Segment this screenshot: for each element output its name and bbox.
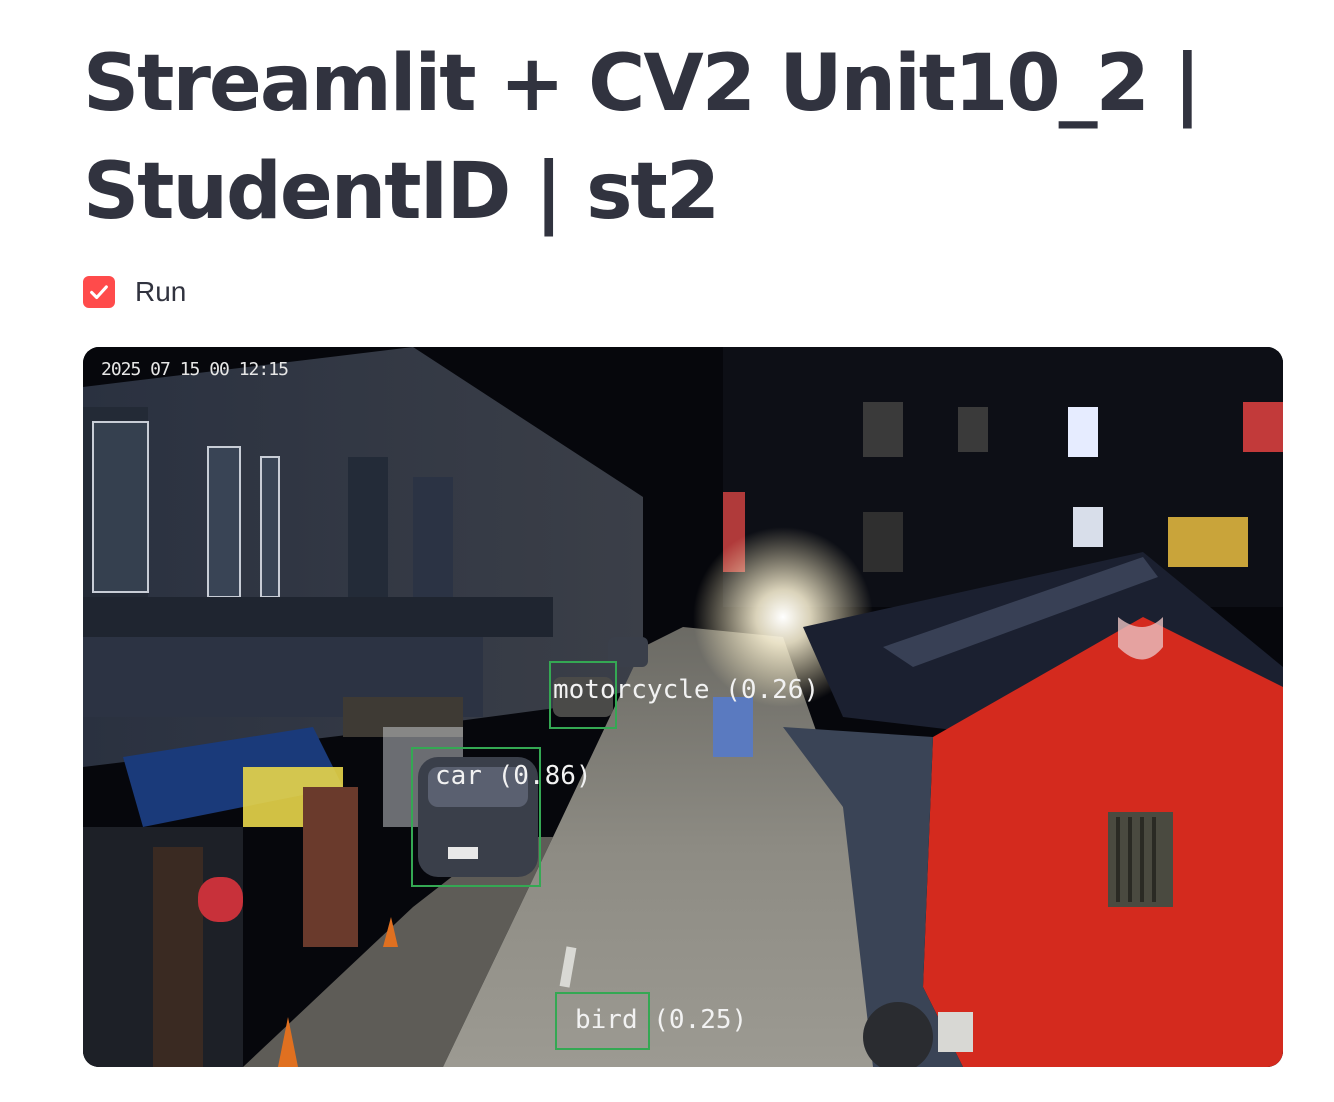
run-checkbox-label: Run xyxy=(135,276,187,307)
street-scene-image xyxy=(83,347,1283,1067)
page-title: Streamlit + CV2 Unit10_2 | StudentID | s… xyxy=(83,39,1202,237)
detection-label-motorcycle: motorcycle (0.26) xyxy=(553,675,820,705)
checkbox-checked-icon[interactable] xyxy=(83,276,115,308)
checkmark-icon xyxy=(90,285,108,300)
detection-label-bird: bird (0.25) xyxy=(575,1005,748,1035)
run-checkbox[interactable]: Run xyxy=(83,276,186,308)
video-frame: 2025 07 15 00 12:15 motorcycle (0.26) ca… xyxy=(83,347,1283,1067)
detection-label-car: car (0.86) xyxy=(435,761,592,791)
video-timestamp: 2025 07 15 00 12:15 xyxy=(101,359,289,380)
